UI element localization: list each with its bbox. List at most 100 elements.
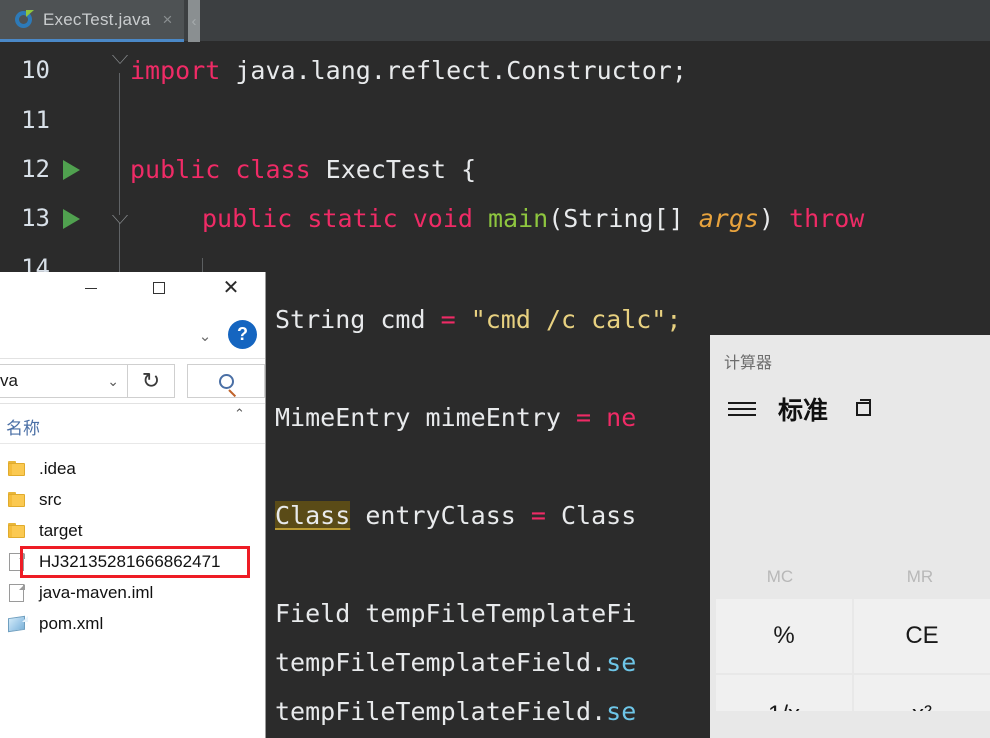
code-text: Class (545, 501, 637, 530)
calculator-mode-bar: 标准 (710, 373, 990, 427)
list-item[interactable]: java-maven.iml (0, 577, 265, 608)
memory-recall-button[interactable]: MR (850, 555, 990, 599)
fold-start-icon[interactable] (112, 215, 128, 224)
code-line-mimeentry: MimeEntry mimeEntry = ne (275, 403, 636, 432)
square-button[interactable]: x² (854, 675, 990, 711)
explorer-address-row: va ⌄ ↻ (0, 358, 265, 404)
line-number: 11 (21, 106, 50, 134)
reciprocal-button[interactable]: 1/x (716, 675, 852, 711)
code-text: entryClass (350, 501, 531, 530)
run-gutter-icon[interactable] (63, 160, 80, 180)
code-text: (String[] (548, 204, 699, 233)
tab-exectest-java[interactable]: ExecTest.java × (0, 0, 185, 42)
file-name: HJ32135281666862471 (39, 551, 221, 571)
file-icon (8, 552, 28, 572)
fold-start-icon[interactable] (112, 55, 128, 64)
line-number: 12 (21, 155, 50, 183)
close-icon[interactable]: × (162, 11, 172, 28)
code-operator: = (576, 403, 592, 432)
key-label: x² (912, 701, 932, 711)
code-keyword: import (130, 56, 221, 85)
code-line-12: public class ExecTest { (130, 155, 476, 184)
memory-clear-button[interactable]: MC (710, 555, 850, 599)
search-icon (218, 373, 234, 389)
code-line-13: public static void main(String[] args) t… (202, 204, 864, 233)
code-text: String cmd (275, 305, 441, 334)
folder-icon (8, 459, 28, 479)
line-number: 10 (21, 56, 50, 84)
java-class-icon (14, 9, 34, 30)
address-bar[interactable]: va ⌄ (0, 364, 128, 398)
search-input[interactable] (187, 364, 265, 398)
folder-icon (8, 490, 28, 510)
list-item[interactable]: src (0, 484, 265, 515)
editor-tabbar: ExecTest.java × ‹ (0, 0, 990, 42)
code-operator: = (440, 305, 456, 334)
chevron-down-icon[interactable]: ⌄ (101, 373, 119, 390)
file-name: .idea (39, 458, 76, 478)
close-button[interactable]: ✕ (208, 272, 254, 304)
run-gutter-icon[interactable] (63, 209, 80, 229)
address-text: va (0, 371, 18, 390)
list-item[interactable]: target (0, 515, 265, 546)
code-fold-line (119, 73, 120, 273)
key-label: CE (905, 622, 939, 649)
code-operator: = (530, 501, 546, 530)
code-text: MimeEntry mimeEntry (275, 403, 577, 432)
code-keyword: ne (591, 403, 637, 432)
code-text: tempFileTemplateField. (275, 697, 607, 726)
file-name: src (39, 489, 62, 509)
code-line-setaccessible-1: tempFileTemplateField.se (275, 648, 636, 677)
code-keyword: public class (130, 155, 311, 184)
code-keyword: public static void (202, 204, 488, 233)
code-line-entryclass: Class entryClass = Class (275, 501, 636, 530)
sort-ascending-icon[interactable]: ⌃ (234, 406, 245, 422)
list-item-highlighted[interactable]: HJ32135281666862471 (0, 545, 265, 578)
code-text: ) (758, 204, 790, 233)
code-string: "cmd /c calc"; (455, 305, 682, 334)
percent-button[interactable]: % (716, 599, 852, 673)
explorer-ribbon-row: ⌄ ? (0, 316, 265, 358)
close-icon: ✕ (222, 277, 240, 299)
tab-label: ExecTest.java (43, 9, 151, 29)
file-name: java-maven.iml (39, 582, 154, 602)
file-name: target (39, 520, 83, 540)
code-method-call: se (606, 648, 637, 677)
chevron-down-icon[interactable]: ⌄ (193, 324, 217, 348)
line-number: 13 (21, 204, 50, 232)
code-line-10: import java.lang.reflect.Constructor; (130, 56, 687, 85)
refresh-icon[interactable]: ↻ (128, 364, 175, 398)
code-line-cmd: String cmd = "cmd /c calc"; (275, 305, 681, 334)
calculator-memory-row: MC MR (710, 555, 990, 599)
list-item[interactable]: .idea (0, 453, 265, 484)
calculator-window[interactable]: 计算器 标准 MC MR % CE 1/x (710, 335, 990, 738)
hamburger-menu-icon[interactable] (728, 400, 756, 418)
code-line-field: Field tempFileTemplateFi (275, 599, 636, 628)
calculator-display (710, 427, 990, 555)
help-icon[interactable]: ? (228, 320, 257, 349)
calculator-title: 计算器 (724, 355, 773, 372)
code-text: ExecTest { (310, 155, 477, 184)
keep-on-top-icon[interactable] (854, 399, 876, 419)
folder-icon (8, 521, 28, 541)
tab-scroll-left-icon[interactable]: ‹ (188, 0, 200, 42)
code-text: java.lang.reflect.Constructor; (220, 56, 687, 85)
list-item[interactable]: pom.xml (0, 608, 265, 639)
code-text: tempFileTemplateField. (275, 648, 607, 677)
code-parameter: args (698, 204, 759, 233)
code-text: Field tempFileTemplateFi (275, 599, 637, 628)
code-method-call: se (606, 697, 637, 726)
explorer-titlebar: ✕ (0, 272, 265, 316)
minimize-button[interactable] (68, 272, 114, 304)
calculator-keypad: % CE 1/x x² (710, 599, 990, 711)
screen: ExecTest.java × ‹ 10 11 12 13 14 import … (0, 0, 990, 738)
calculator-mode-label: 标准 (778, 397, 829, 425)
clear-entry-button[interactable]: CE (854, 599, 990, 673)
highlighted-identifier: Class (275, 501, 351, 530)
column-header-row: 名称 ⌃ (0, 404, 265, 444)
code-keyword: throw (789, 204, 865, 233)
column-header-name[interactable]: 名称 (6, 419, 40, 438)
code-method-name: main (487, 204, 549, 233)
file-explorer-window[interactable]: ✕ ⌄ ? va ⌄ ↻ 名称 ⌃ .idea src target HJ321… (0, 272, 266, 738)
maximize-button[interactable] (136, 272, 182, 304)
